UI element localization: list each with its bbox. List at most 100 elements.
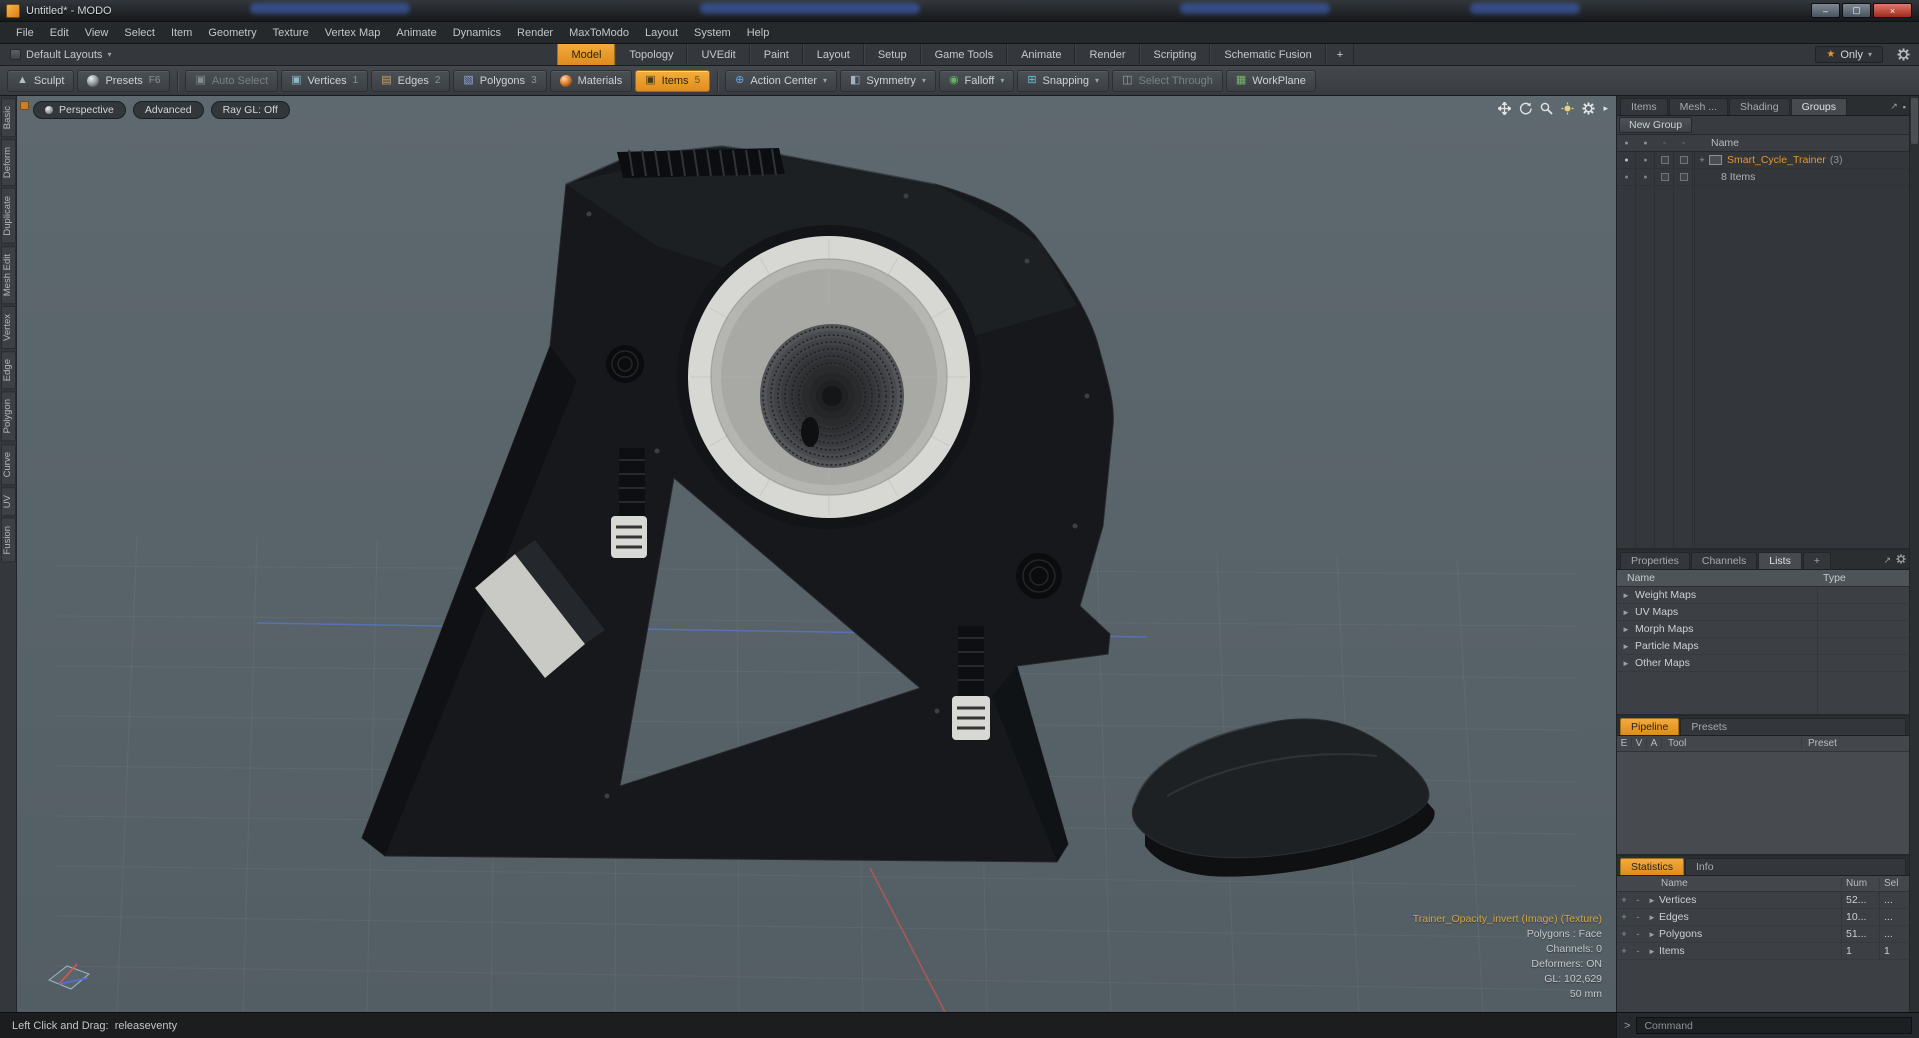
list-item-morph-maps[interactable]: ► Morph Maps [1617, 621, 1909, 638]
lock-toggle-icon[interactable] [1655, 156, 1674, 164]
tab-game-tools[interactable]: Game Tools [920, 44, 1008, 65]
remove-icon[interactable]: - [1631, 929, 1645, 939]
menu-animate[interactable]: Animate [388, 24, 444, 42]
expand-arrow-icon[interactable]: ► [1617, 659, 1635, 668]
symmetry-button[interactable]: ◧ Symmetry ▾ [840, 69, 936, 92]
tab-channels[interactable]: Channels [1690, 552, 1758, 569]
panel-options-icon[interactable]: ▪ [1903, 102, 1906, 112]
sidebar-item-deform[interactable]: Deform [0, 139, 16, 187]
list-item-uv-maps[interactable]: ► UV Maps [1617, 604, 1909, 621]
tab-render[interactable]: Render [1075, 44, 1140, 65]
tab-scripting[interactable]: Scripting [1139, 44, 1211, 65]
lighting-icon[interactable] [1561, 102, 1574, 115]
workplane-button[interactable]: ▦ WorkPlane [1225, 69, 1316, 92]
render-toggle-icon[interactable]: ● [1636, 156, 1655, 164]
viewport-gear-icon[interactable] [1582, 102, 1595, 115]
menu-select[interactable]: Select [116, 24, 163, 42]
menu-help[interactable]: Help [739, 24, 778, 42]
tab-pipeline[interactable]: Pipeline [1620, 718, 1680, 735]
tab-groups[interactable]: Groups [1790, 98, 1848, 115]
expand-panel-icon[interactable]: ↗ [1890, 101, 1898, 112]
add-layout-tab-button[interactable]: + [1325, 44, 1355, 65]
group-name[interactable]: Smart_Cycle_Trainer [1727, 154, 1826, 166]
tab-properties[interactable]: Properties [1620, 552, 1690, 569]
tab-lists[interactable]: Lists [1758, 552, 1802, 569]
expand-arrow-icon[interactable]: ► [1645, 947, 1659, 956]
menu-dynamics[interactable]: Dynamics [445, 24, 509, 42]
menu-vertex-map[interactable]: Vertex Map [317, 24, 389, 42]
expand-arrow-icon[interactable]: ► [1645, 930, 1659, 939]
menu-view[interactable]: View [77, 24, 117, 42]
tab-layout[interactable]: Layout [802, 44, 864, 65]
visibility-eye-icon[interactable]: ● [1617, 173, 1636, 181]
viewport-menu-arrow-icon[interactable]: ▸ [1603, 103, 1608, 114]
snapping-button[interactable]: ⊞ Snapping ▾ [1017, 69, 1110, 92]
filter-toggle-icon[interactable] [1674, 173, 1693, 181]
expand-group-icon[interactable]: + [1695, 155, 1709, 165]
list-item-particle-maps[interactable]: ► Particle Maps [1617, 638, 1909, 655]
command-input[interactable]: Command [1636, 1017, 1912, 1034]
expand-arrow-icon[interactable]: ► [1617, 642, 1635, 651]
auto-select-button[interactable]: ▣ Auto Select [185, 69, 279, 92]
remove-icon[interactable]: - [1631, 895, 1645, 905]
tab-statistics[interactable]: Statistics [1620, 858, 1685, 875]
list-item-other-maps[interactable]: ► Other Maps [1617, 655, 1909, 672]
sidebar-item-uv[interactable]: UV [0, 487, 16, 517]
sidebar-item-mesh-edit[interactable]: Mesh Edit [0, 246, 16, 305]
viewport-thumb-icon[interactable] [20, 101, 29, 110]
remove-icon[interactable]: - [1631, 912, 1645, 922]
zoom-icon[interactable] [1540, 102, 1554, 115]
presets-button[interactable]: Presets F6 [77, 69, 171, 92]
new-group-button[interactable]: New Group [1619, 117, 1693, 133]
expand-arrow-icon[interactable]: ► [1617, 591, 1635, 600]
materials-mode-button[interactable]: Materials [549, 69, 633, 92]
tab-presets[interactable]: Presets [1680, 718, 1906, 735]
menu-render[interactable]: Render [509, 24, 561, 42]
stat-row-edges[interactable]: + - ► Edges 10... ... [1617, 909, 1909, 926]
action-center-button[interactable]: ⊕ Action Center ▾ [725, 69, 838, 92]
minimize-button[interactable]: – [1811, 3, 1840, 18]
sidebar-item-basic[interactable]: Basic [0, 98, 16, 138]
sidebar-item-duplicate[interactable]: Duplicate [0, 188, 16, 244]
panel-scrollbar[interactable] [1909, 96, 1919, 1012]
remove-icon[interactable]: - [1631, 946, 1645, 956]
sidebar-item-curve[interactable]: Curve [0, 443, 16, 486]
expand-arrow-icon[interactable]: ► [1645, 896, 1659, 905]
menu-edit[interactable]: Edit [42, 24, 77, 42]
expand-arrow-icon[interactable]: ► [1617, 608, 1635, 617]
add-icon[interactable]: + [1617, 929, 1631, 939]
maximize-button[interactable]: ▢ [1842, 3, 1871, 18]
add-icon[interactable]: + [1617, 912, 1631, 922]
lock-toggle-icon[interactable] [1655, 173, 1674, 181]
sidebar-item-fusion[interactable]: Fusion [0, 518, 16, 563]
visibility-eye-icon[interactable]: ● [1617, 156, 1636, 164]
menu-texture[interactable]: Texture [265, 24, 317, 42]
sculpt-button[interactable]: ▲ Sculpt [7, 69, 75, 92]
tab-uvedit[interactable]: UVEdit [687, 44, 750, 65]
vertices-mode-button[interactable]: ▣ Vertices 1 [281, 69, 369, 92]
stat-row-vertices[interactable]: + - ► Vertices 52... ... [1617, 892, 1909, 909]
menu-file[interactable]: File [8, 24, 42, 42]
edges-mode-button[interactable]: ▤ Edges 2 [371, 69, 451, 92]
menu-layout[interactable]: Layout [637, 24, 686, 42]
filter-toggle-icon[interactable] [1674, 156, 1693, 164]
stat-row-polygons[interactable]: + - ► Polygons 51... ... [1617, 926, 1909, 943]
menu-system[interactable]: System [686, 24, 739, 42]
sidebar-item-polygon[interactable]: Polygon [0, 391, 16, 442]
select-through-button[interactable]: ◫ Select Through [1112, 69, 1223, 92]
add-icon[interactable]: + [1617, 946, 1631, 956]
panel-gear-icon[interactable] [1896, 554, 1906, 566]
close-button[interactable]: × [1873, 3, 1912, 18]
menu-maxtomodo[interactable]: MaxToModo [561, 24, 637, 42]
items-mode-button[interactable]: ▣ Items 5 [635, 69, 711, 92]
list-item-weight-maps[interactable]: ► Weight Maps [1617, 587, 1909, 604]
tab-topology[interactable]: Topology [615, 44, 688, 65]
tab-shading[interactable]: Shading [1729, 98, 1790, 115]
expand-panel-icon[interactable]: ↗ [1883, 555, 1891, 566]
add-panel-tab-button[interactable]: + [1802, 552, 1831, 569]
tab-setup[interactable]: Setup [863, 44, 921, 65]
tab-schematic-fusion[interactable]: Schematic Fusion [1210, 44, 1326, 65]
menu-geometry[interactable]: Geometry [200, 24, 264, 42]
stat-row-items[interactable]: + - ► Items 1 1 [1617, 943, 1909, 960]
perspective-button[interactable]: Perspective [33, 101, 126, 119]
